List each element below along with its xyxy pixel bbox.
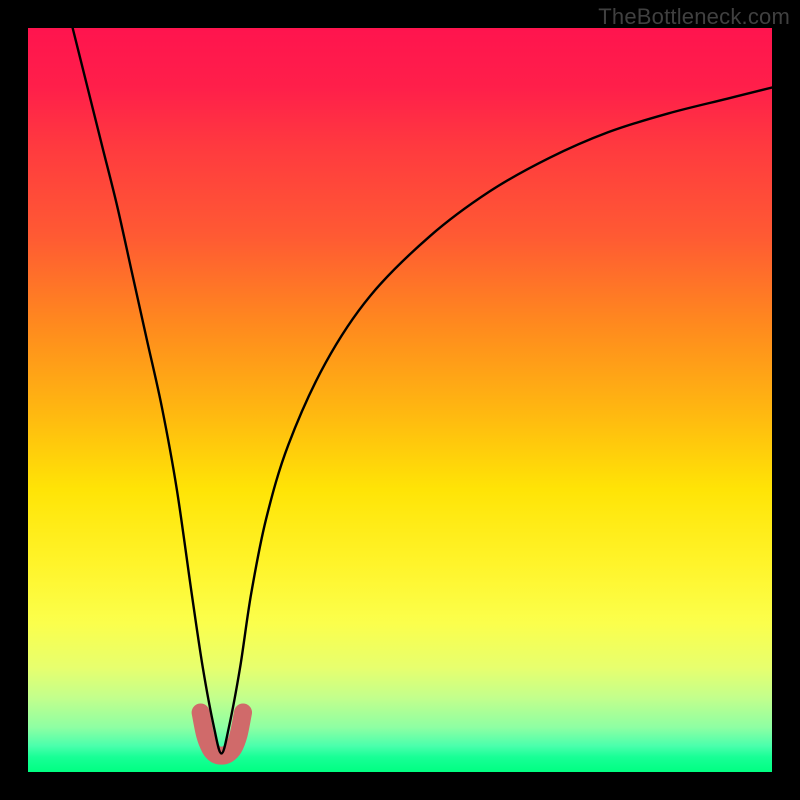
curve-layer — [28, 28, 772, 772]
highlight-u-path — [201, 712, 243, 755]
chart-stage: TheBottleneck.com — [0, 0, 800, 800]
bottleneck-curve-path — [73, 28, 772, 753]
plot-area — [28, 28, 772, 772]
watermark-text: TheBottleneck.com — [598, 4, 790, 30]
